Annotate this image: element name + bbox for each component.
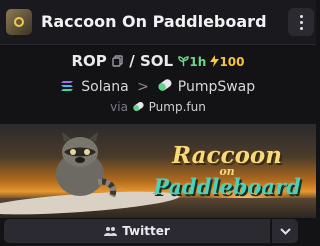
quote-symbol: SOL <box>139 52 174 70</box>
token-header: Raccoon On Paddleboard <box>0 0 316 45</box>
sprout-icon <box>178 56 190 67</box>
token-banner: Raccoon on Paddleboard <box>0 124 316 218</box>
route-arrow: > <box>137 79 149 95</box>
pair-separator: / <box>129 52 135 70</box>
via-label: via <box>110 100 128 114</box>
raccoon-illustration <box>56 132 117 198</box>
boost-badge[interactable]: 100 <box>210 55 245 69</box>
chain-name[interactable]: Solana <box>81 79 128 95</box>
token-title: Raccoon On Paddleboard <box>41 12 267 31</box>
token-avatar <box>6 9 32 35</box>
dex-name[interactable]: PumpSwap <box>178 79 255 95</box>
twitter-label: Twitter <box>122 224 170 238</box>
base-symbol: ROP <box>71 52 107 70</box>
twitter-button[interactable]: Twitter <box>4 219 270 243</box>
pumpfun-icon <box>133 102 144 112</box>
banner-line3: Paddleboard <box>153 174 301 199</box>
chevron-down-icon <box>279 227 291 235</box>
launchpad-row: via Pump.fun <box>0 100 316 114</box>
route-row: Solana > PumpSwap <box>0 78 316 95</box>
banner-text: Raccoon on Paddleboard <box>152 142 302 199</box>
solana-icon <box>60 81 73 91</box>
pumpswap-icon <box>158 79 172 91</box>
people-icon <box>104 227 118 236</box>
pair-row: ROP / SOL 1h 100 <box>0 52 316 70</box>
more-vertical-icon <box>299 14 303 30</box>
socials-dropdown-button[interactable] <box>272 219 298 243</box>
copy-icon[interactable] <box>112 55 124 67</box>
pair-age: 1h <box>178 55 210 69</box>
more-menu-button[interactable] <box>288 8 314 36</box>
launchpad-name[interactable]: Pump.fun <box>149 100 206 114</box>
